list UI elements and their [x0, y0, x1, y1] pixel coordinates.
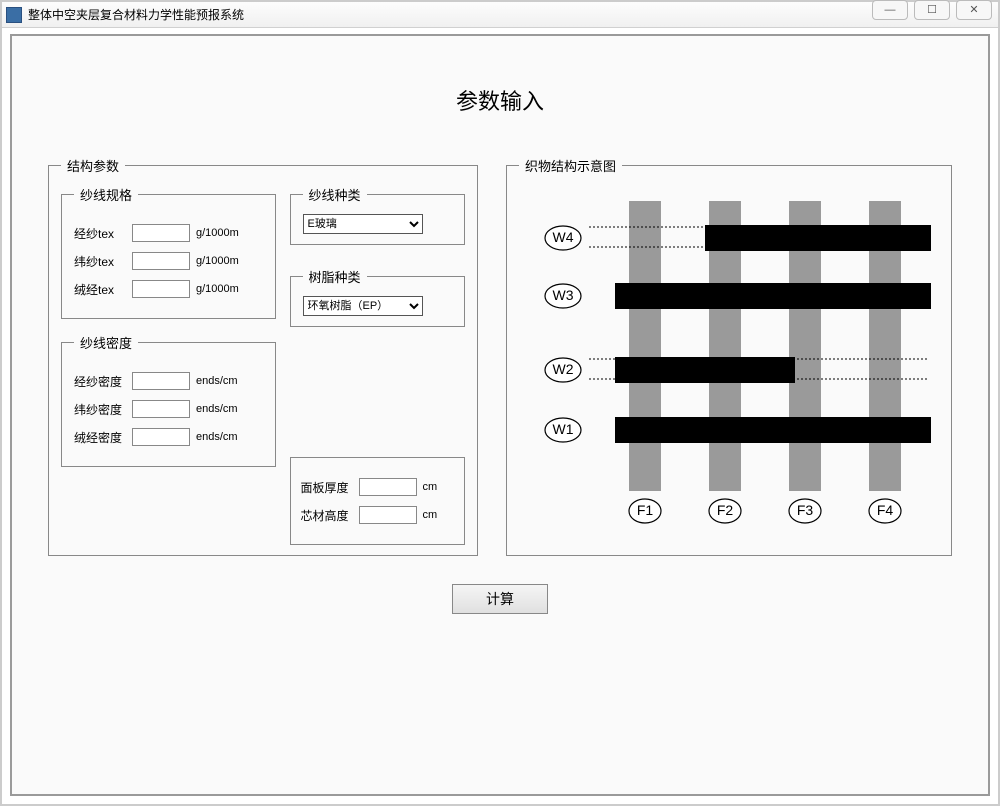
- weft-label-w4: W4: [545, 226, 581, 250]
- resin-type-frame: 树脂种类 环氧树脂（EP）: [290, 267, 466, 327]
- pile-density-input[interactable]: [132, 428, 190, 446]
- yarn-density-legend: 纱线密度: [74, 333, 138, 352]
- panel-thickness-label: 面板厚度: [301, 479, 353, 496]
- panel-thickness-input[interactable]: [359, 478, 417, 496]
- calculate-button[interactable]: 计算: [452, 584, 548, 614]
- warp-density-unit: ends/cm: [196, 375, 238, 387]
- app-icon: [6, 7, 22, 23]
- svg-text:F1: F1: [637, 502, 654, 518]
- diagram-legend: 织物结构示意图: [519, 156, 622, 175]
- svg-text:F2: F2: [717, 502, 734, 518]
- core-height-label: 芯材高度: [301, 507, 353, 524]
- warp-tex-label: 经纱tex: [74, 225, 126, 242]
- warp-label-f4: F4: [869, 499, 901, 523]
- yarn-spec-frame: 纱线规格 经纱tex g/1000m 纬纱tex g/1000m: [61, 185, 276, 319]
- weft-density-unit: ends/cm: [196, 403, 238, 415]
- pile-tex-input[interactable]: [132, 280, 190, 298]
- svg-text:W3: W3: [553, 287, 574, 303]
- svg-text:W1: W1: [553, 421, 574, 437]
- weft-label-w3: W3: [545, 284, 581, 308]
- weft-density-label: 纬纱密度: [74, 401, 126, 418]
- panel-thickness-unit: cm: [423, 481, 438, 493]
- close-button[interactable]: ✕: [956, 0, 992, 20]
- resin-type-select[interactable]: 环氧树脂（EP）: [303, 296, 423, 316]
- weft-bar-w2: [615, 357, 795, 383]
- warp-label-f2: F2: [709, 499, 741, 523]
- weft-bar-w1: [615, 417, 931, 443]
- warp-density-input[interactable]: [132, 372, 190, 390]
- svg-text:W2: W2: [553, 361, 574, 377]
- weft-tex-unit: g/1000m: [196, 255, 239, 267]
- yarn-density-frame: 纱线密度 经纱密度 ends/cm 纬纱密度 ends/cm: [61, 333, 276, 467]
- warp-density-label: 经纱密度: [74, 373, 126, 390]
- client-area: 参数输入 结构参数 纱线规格 经纱tex g/1000m: [10, 34, 990, 796]
- content-row: 结构参数 纱线规格 经纱tex g/1000m 纬纱tex: [12, 156, 988, 556]
- pile-tex-unit: g/1000m: [196, 283, 239, 295]
- weft-label-w2: W2: [545, 358, 581, 382]
- svg-text:W4: W4: [553, 229, 574, 245]
- fabric-diagram: W4 W3 W2 W1 F1 F2 F3 F4: [519, 191, 939, 531]
- core-height-input[interactable]: [359, 506, 417, 524]
- page-title: 参数输入: [12, 84, 988, 116]
- weft-label-w1: W1: [545, 418, 581, 442]
- svg-text:F4: F4: [877, 502, 894, 518]
- app-window: 整体中空夹层复合材料力学性能预报系统 — ☐ ✕ 参数输入 结构参数 纱线规格 …: [0, 0, 1000, 806]
- resin-type-legend: 树脂种类: [303, 267, 367, 286]
- pile-density-label: 绒经密度: [74, 429, 126, 446]
- yarn-spec-legend: 纱线规格: [74, 185, 138, 204]
- svg-text:F3: F3: [797, 502, 814, 518]
- title-bar: 整体中空夹层复合材料力学性能预报系统 — ☐ ✕: [2, 2, 998, 28]
- weft-density-input[interactable]: [132, 400, 190, 418]
- pile-tex-label: 绒经tex: [74, 281, 126, 298]
- minimize-button[interactable]: —: [872, 0, 908, 20]
- maximize-button[interactable]: ☐: [914, 0, 950, 20]
- structure-params-frame: 结构参数 纱线规格 经纱tex g/1000m 纬纱tex: [48, 156, 478, 556]
- yarn-type-legend: 纱线种类: [303, 185, 367, 204]
- weft-tex-label: 纬纱tex: [74, 253, 126, 270]
- weft-bar-w3: [615, 283, 931, 309]
- core-height-unit: cm: [423, 509, 438, 521]
- window-title: 整体中空夹层复合材料力学性能预报系统: [28, 6, 244, 23]
- weft-bar-w4: [705, 225, 931, 251]
- dimensions-box: 面板厚度 cm 芯材高度 cm: [290, 457, 466, 545]
- yarn-type-frame: 纱线种类 E玻璃: [290, 185, 466, 245]
- diagram-frame: 织物结构示意图: [506, 156, 952, 556]
- warp-tex-unit: g/1000m: [196, 227, 239, 239]
- warp-label-f3: F3: [789, 499, 821, 523]
- weft-tex-input[interactable]: [132, 252, 190, 270]
- warp-tex-input[interactable]: [132, 224, 190, 242]
- warp-column-f1: [629, 201, 661, 491]
- warp-label-f1: F1: [629, 499, 661, 523]
- yarn-type-select[interactable]: E玻璃: [303, 214, 423, 234]
- structure-params-legend: 结构参数: [61, 156, 125, 175]
- pile-density-unit: ends/cm: [196, 431, 238, 443]
